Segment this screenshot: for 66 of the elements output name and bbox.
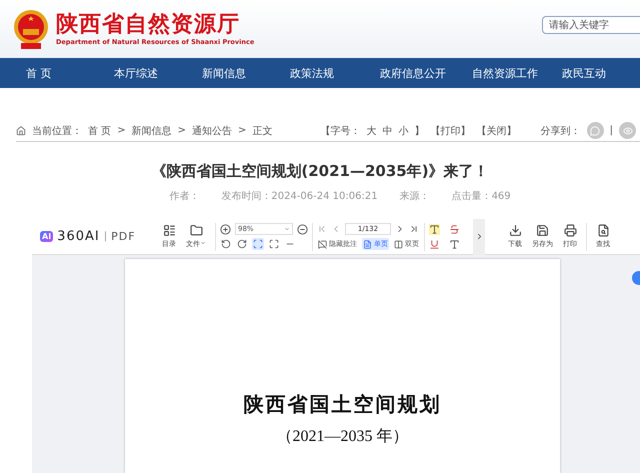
- logo-name: 360AI: [57, 229, 100, 244]
- frame-icon: [269, 239, 279, 249]
- emblem-icon: [12, 7, 50, 51]
- article-meta: 来源：: [400, 190, 430, 203]
- home-icon: [16, 126, 26, 136]
- close-link[interactable]: 【关闭】: [476, 124, 517, 138]
- printer-icon: [564, 224, 576, 237]
- font-size-link[interactable]: 中: [382, 124, 393, 138]
- document-subtitle: （2021—2035 年）: [276, 427, 408, 447]
- print-link[interactable]: 【打印】: [430, 124, 471, 138]
- text-tool-icon[interactable]: [429, 224, 440, 234]
- caret-icon: [200, 240, 206, 246]
- nav-link[interactable]: 自然资源工作: [472, 66, 562, 80]
- caret-icon: [284, 226, 290, 232]
- view-tool-button[interactable]: [268, 238, 280, 250]
- last-page-icon[interactable]: [409, 224, 419, 234]
- text-tool-icon[interactable]: [449, 238, 460, 250]
- nav-link[interactable]: 新闻信息: [202, 66, 290, 80]
- frame-icon: [253, 239, 263, 249]
- search-field[interactable]: 请输入关键字: [542, 16, 640, 34]
- comment-off-icon: [318, 240, 327, 248]
- article-meta: 点击量：469: [452, 190, 511, 203]
- bracket-text: 】: [414, 124, 425, 138]
- eye-icon: [622, 126, 632, 136]
- list-icon: [162, 224, 176, 237]
- logo-suffix: PDF: [111, 230, 136, 243]
- search-icon: [596, 224, 610, 237]
- nav-link[interactable]: 政府信息公开: [380, 66, 472, 80]
- nav-link[interactable]: 首 页: [26, 66, 114, 80]
- article-title: 《陕西省国土空间规划(2021—2035年)》来了！: [150, 162, 490, 181]
- nav-link[interactable]: 本厅综述: [114, 66, 202, 80]
- breadcrumb-link[interactable]: 首 页: [88, 124, 112, 138]
- nav-link[interactable]: 政民互动: [562, 66, 632, 80]
- font-size-link[interactable]: 小: [398, 124, 409, 138]
- breadcrumb-separator: >: [117, 125, 126, 136]
- breadcrumb-separator: >: [238, 125, 246, 136]
- article-meta: 作者：: [169, 190, 200, 203]
- font-size-link[interactable]: 大: [366, 124, 377, 138]
- breadcrumb-link[interactable]: 正文: [252, 124, 272, 138]
- view-tool-button[interactable]: [236, 238, 248, 250]
- zoom-out-icon[interactable]: [297, 224, 308, 234]
- view-tool-button[interactable]: [220, 238, 232, 250]
- view-tool-button[interactable]: [252, 238, 264, 250]
- document-title: 陕西省国土空间规划: [244, 391, 442, 418]
- breadcrumb-link[interactable]: 通知公告: [192, 124, 232, 138]
- columns-icon: [394, 240, 403, 248]
- zoom-in-icon[interactable]: [220, 224, 231, 234]
- logo-divider: |: [104, 231, 108, 242]
- logo-badge: AI: [40, 231, 54, 242]
- share-divider: |: [610, 125, 613, 136]
- download-icon: [508, 224, 522, 237]
- article-meta: 发布时间：2024-06-24 10:06:21: [221, 190, 378, 203]
- text-tool-icon[interactable]: [449, 224, 460, 234]
- rotate-icon: [221, 239, 231, 249]
- breadcrumb-separator: >: [178, 125, 186, 136]
- page-icon: [363, 240, 372, 248]
- rotate-icon: [237, 239, 247, 249]
- breadcrumb-label: 当前位置：: [32, 124, 82, 138]
- folder-icon: [190, 224, 202, 237]
- share-label: 分享到：: [540, 124, 581, 138]
- site-title: 陕西省自然资源厅: [56, 12, 241, 38]
- text-tool-icon[interactable]: [429, 238, 440, 250]
- font-size-label: 【字号：: [320, 124, 361, 138]
- chat-bubble-icon: [590, 126, 600, 136]
- nav-link[interactable]: 政策法规: [290, 66, 380, 80]
- breadcrumb-link[interactable]: 新闻信息: [132, 124, 172, 138]
